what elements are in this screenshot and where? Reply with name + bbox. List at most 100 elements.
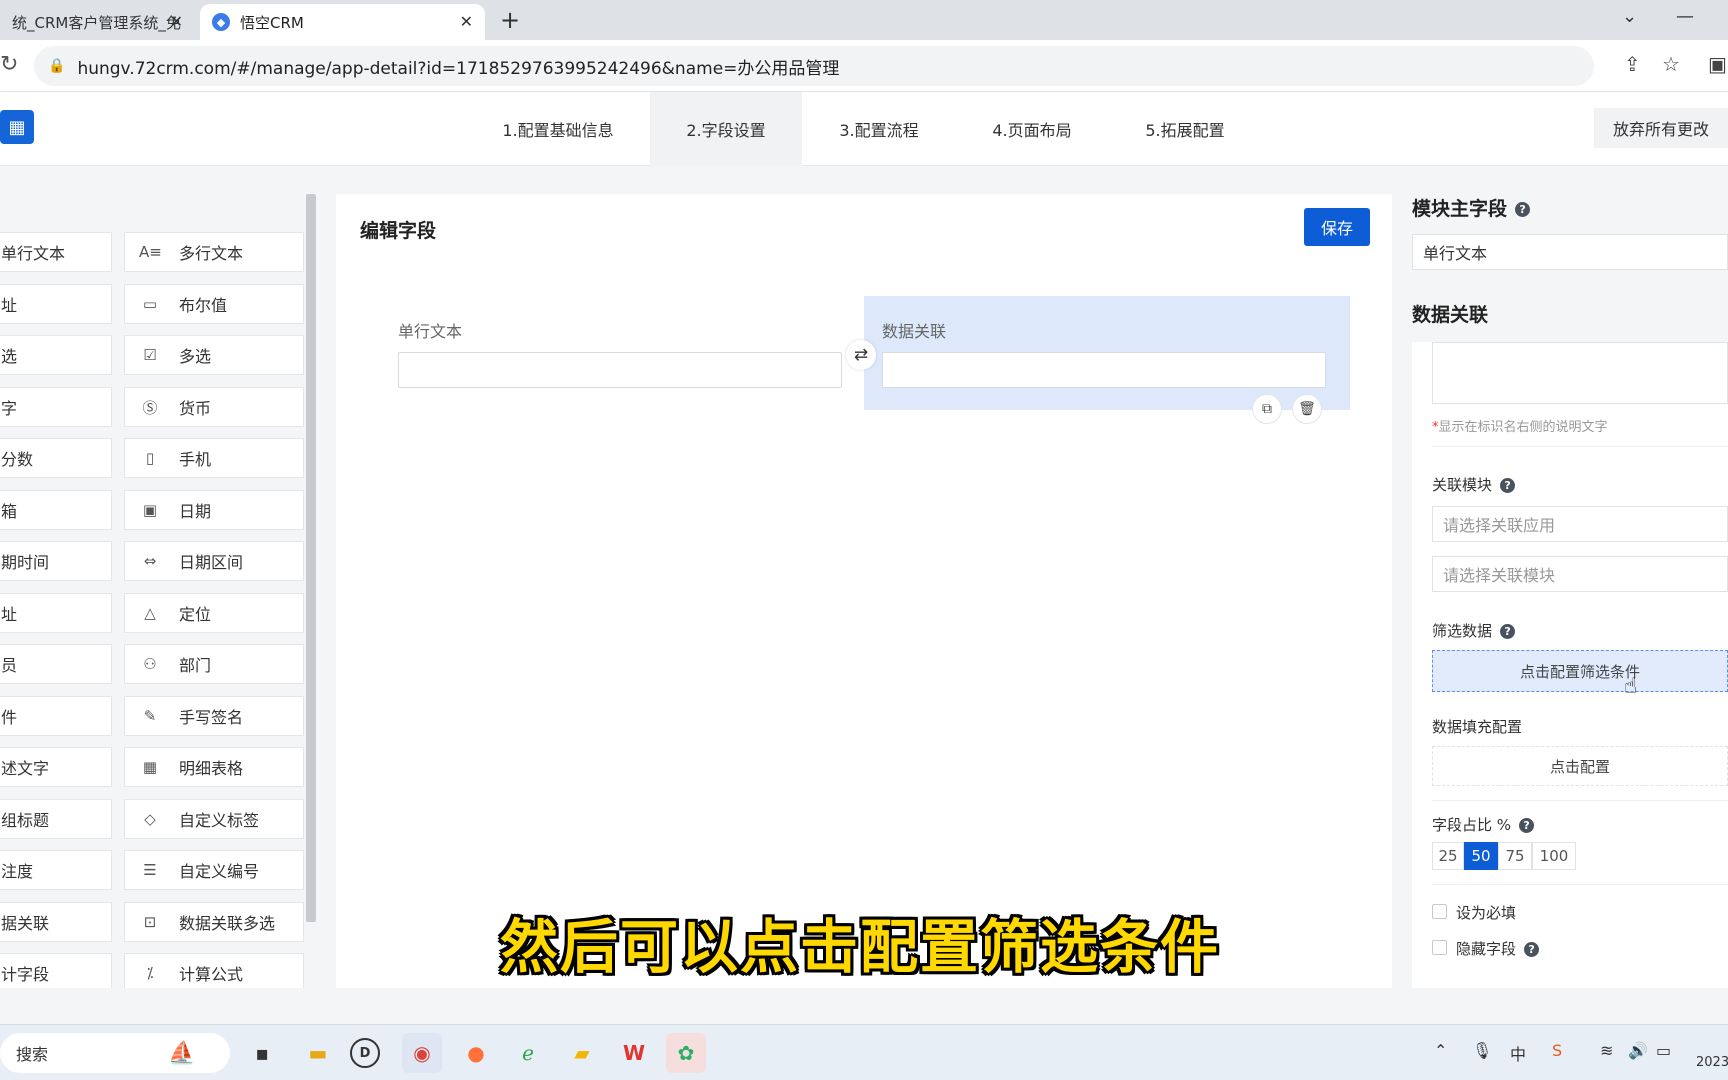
wechat-icon[interactable]: ✿ xyxy=(666,1033,706,1073)
help-icon[interactable]: ? xyxy=(1500,478,1516,493)
step-page-layout[interactable]: 4.页面布局 xyxy=(964,92,1100,166)
ratio-option-75[interactable]: 75 xyxy=(1498,842,1532,870)
filter-data-label-text: 筛选数据 xyxy=(1432,622,1493,640)
palette-field-button[interactable]: ◇ 自定义标签 xyxy=(124,799,304,839)
palette-field-button[interactable]: 组标题 xyxy=(0,799,112,839)
taskbar-search-box[interactable]: 搜索 ⛵ xyxy=(0,1033,230,1073)
step-basic-info[interactable]: 1.配置基础信息 xyxy=(484,92,632,166)
ime-icon[interactable]: 中 xyxy=(1510,1041,1526,1065)
palette-field-button[interactable]: ⇔ 日期区间 xyxy=(124,541,304,581)
dell-icon[interactable]: D xyxy=(350,1038,380,1068)
palette-field-label: 数据关联多选 xyxy=(179,914,276,933)
battery-icon[interactable]: ▭ xyxy=(1656,1041,1671,1060)
browser-e-icon[interactable]: ℯ xyxy=(508,1033,548,1073)
palette-field-button[interactable]: 分数 xyxy=(0,438,112,478)
palette-scrollbar[interactable] xyxy=(306,194,316,922)
palette-field-button[interactable]: 述文字 xyxy=(0,747,112,787)
palette-field-button[interactable]: ▭ 布尔值 xyxy=(124,284,304,324)
description-textarea[interactable] xyxy=(1432,342,1728,404)
swap-icon[interactable]: ⇄ xyxy=(846,340,876,370)
task-view-icon[interactable]: ▪ xyxy=(242,1033,282,1073)
url-field[interactable]: 🔒 hungv.72crm.com/#/manage/app-detail?id… xyxy=(34,46,1594,86)
delete-field-icon[interactable]: 🗑 xyxy=(1292,394,1322,424)
browser-tab-wukong-crm[interactable]: ◆ 悟空CRM ✕ xyxy=(200,4,485,40)
sogou-icon[interactable]: S xyxy=(1552,1041,1562,1060)
palette-field-button[interactable]: 单行文本 xyxy=(0,232,112,272)
app-grid-icon[interactable]: ▦ xyxy=(0,110,34,144)
copy-field-icon[interactable]: ⧉ xyxy=(1252,394,1282,424)
palette-field-button[interactable]: 期时间 xyxy=(0,541,112,581)
tab-search-chevron-icon[interactable]: ⌄ xyxy=(1622,6,1637,27)
palette-field-button[interactable]: ✎ 手写签名 xyxy=(124,696,304,736)
file-explorer-icon[interactable]: ▬ xyxy=(298,1033,338,1073)
main-field-select[interactable]: 单行文本 xyxy=(1412,234,1728,270)
microphone-icon[interactable]: 🎙 xyxy=(1472,1041,1492,1060)
palette-field-button[interactable]: 件 xyxy=(0,696,112,736)
step-extension-config[interactable]: 5.拓展配置 xyxy=(1110,92,1260,166)
palette-field-button[interactable]: ▣ 日期 xyxy=(124,490,304,530)
palette-field-button[interactable]: ☑ 多选 xyxy=(124,335,304,375)
palette-field-button[interactable]: 箱 xyxy=(0,490,112,530)
bookmark-star-icon[interactable]: ☆ xyxy=(1662,52,1680,76)
palette-field-button[interactable]: 选 xyxy=(0,335,112,375)
palette-field-button[interactable]: ⁒ 计算公式 xyxy=(124,953,304,988)
select-related-app-dropdown[interactable]: 请选择关联应用 xyxy=(1432,506,1728,542)
close-tab-icon[interactable]: ✕ xyxy=(170,12,183,31)
ratio-option-25[interactable]: 25 xyxy=(1432,842,1464,870)
palette-field-button[interactable]: 字 xyxy=(0,387,112,427)
palette-field-button[interactable]: 员 xyxy=(0,644,112,684)
save-button[interactable]: 保存 xyxy=(1304,208,1370,246)
palette-field-button[interactable]: ▦ 明细表格 xyxy=(124,747,304,787)
side-panel-icon[interactable]: ▣ xyxy=(1708,52,1727,76)
wps-icon[interactable]: W xyxy=(614,1033,654,1073)
help-icon[interactable]: ? xyxy=(1500,624,1516,639)
palette-field-button[interactable]: ☰ 自定义编号 xyxy=(124,850,304,890)
lock-icon[interactable]: 🔒 xyxy=(48,58,65,74)
palette-field-label: 日期 xyxy=(179,502,212,521)
ratio-option-50[interactable]: 50 xyxy=(1464,842,1498,870)
chrome-icon[interactable]: ◉ xyxy=(402,1033,442,1073)
browser-tab-crm-system[interactable]: 统_CRM客户管理系统_免 ✕ xyxy=(0,4,195,40)
close-tab-icon[interactable]: ✕ xyxy=(460,12,473,31)
required-checkbox[interactable] xyxy=(1432,904,1447,919)
palette-field-button[interactable]: 计字段 xyxy=(0,953,112,988)
configure-fill-button[interactable]: 点击配置 xyxy=(1432,746,1728,786)
minimize-window-icon[interactable]: — xyxy=(1676,6,1694,27)
clock-text[interactable]: 2023 xyxy=(1696,1055,1728,1070)
configure-filter-button[interactable]: 点击配置筛选条件 xyxy=(1432,650,1728,692)
single-text-field-input[interactable] xyxy=(398,352,842,388)
data-relation-field-input[interactable] xyxy=(882,352,1326,388)
tray-chevron-icon[interactable]: ⌃ xyxy=(1434,1041,1447,1060)
palette-field-button[interactable]: ⚇ 部门 xyxy=(124,644,304,684)
help-icon[interactable]: ? xyxy=(1515,202,1531,217)
palette-field-button[interactable]: A≡ 多行文本 xyxy=(124,232,304,272)
palette-field-button[interactable]: 据关联 xyxy=(0,902,112,942)
table-icon: ▦ xyxy=(142,758,158,776)
palette-field-button[interactable]: 址 xyxy=(0,593,112,633)
palette-field-button[interactable]: ⊡ 数据关联多选 xyxy=(124,902,304,942)
palette-field-button[interactable]: ▯ 手机 xyxy=(124,438,304,478)
palette-field-button[interactable]: 注度 xyxy=(0,850,112,890)
palette-field-button[interactable]: 址 xyxy=(0,284,112,324)
field-properties-panel: 模块主字段? 单行文本 数据关联 *显示在标识名右侧的说明文字 关联模块? 请选… xyxy=(1412,194,1728,988)
required-checkbox-label[interactable]: 设为必填 xyxy=(1456,902,1516,923)
related-module-label-text: 关联模块 xyxy=(1432,476,1493,494)
discard-all-changes-button[interactable]: 放弃所有更改 xyxy=(1594,108,1728,148)
palette-field-button[interactable]: △ 定位 xyxy=(124,593,304,633)
reload-icon[interactable]: ↻ xyxy=(0,52,18,77)
folder-icon[interactable]: ▰ xyxy=(562,1033,602,1073)
hidden-field-checkbox[interactable] xyxy=(1432,940,1447,955)
new-tab-button[interactable]: + xyxy=(500,6,520,34)
select-related-module-dropdown[interactable]: 请选择关联模块 xyxy=(1432,556,1728,592)
ratio-option-100[interactable]: 100 xyxy=(1532,842,1576,870)
help-icon[interactable]: ? xyxy=(1524,942,1540,957)
step-flow-config[interactable]: 3.配置流程 xyxy=(812,92,946,166)
palette-field-button[interactable]: Ⓢ 货币 xyxy=(124,387,304,427)
firefox-icon[interactable]: ● xyxy=(456,1033,496,1073)
volume-icon[interactable]: 🔊 xyxy=(1628,1041,1648,1060)
share-icon[interactable]: ⇪ xyxy=(1624,52,1641,76)
hidden-field-checkbox-label[interactable]: 隐藏字段? xyxy=(1456,938,1540,959)
wifi-icon[interactable]: ≋ xyxy=(1600,1041,1613,1060)
step-field-settings[interactable]: 2.字段设置 xyxy=(650,92,802,166)
help-icon[interactable]: ? xyxy=(1519,818,1535,833)
